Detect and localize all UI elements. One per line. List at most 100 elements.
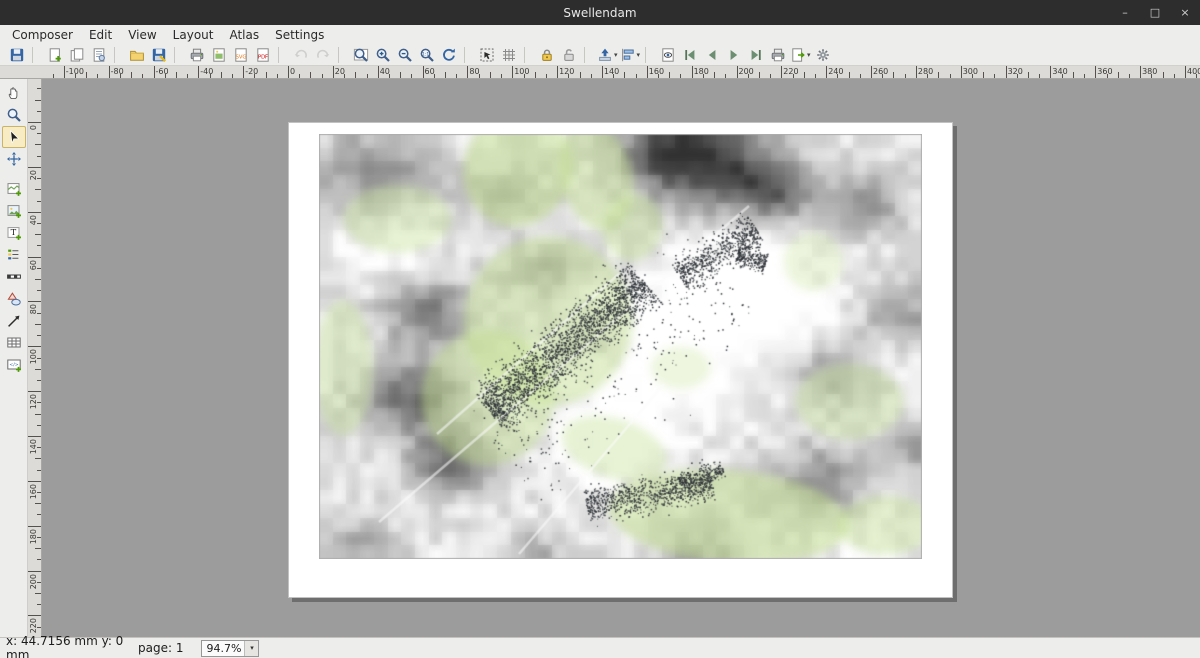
hand-icon (6, 85, 22, 101)
ruler-tick (737, 66, 738, 78)
zoom-layout-tool[interactable] (2, 104, 26, 126)
menu-layout[interactable]: Layout (165, 26, 222, 44)
map-item[interactable] (319, 134, 922, 559)
select-move-item-tool[interactable] (2, 126, 26, 148)
qgis-print-composer-window: Swellendam – □ × ComposerEditViewLayoutA… (0, 0, 1200, 658)
maximize-button[interactable]: □ (1148, 6, 1162, 19)
add-image-tool[interactable] (2, 200, 26, 222)
atlas-first-feature-button[interactable] (679, 45, 701, 65)
zoom-full-button[interactable] (350, 45, 372, 65)
ruler-tick (37, 537, 41, 538)
menu-composer[interactable]: Composer (4, 26, 81, 44)
ruler-tick (1118, 72, 1119, 78)
add-legend-tool[interactable] (2, 244, 26, 266)
zoom-to-selection-button[interactable] (476, 45, 498, 65)
toolbar-separator (32, 47, 40, 63)
ruler-tick (37, 245, 41, 246)
add-attribute-table-tool[interactable] (2, 332, 26, 354)
raise-selected-items-button[interactable]: ▾ (596, 45, 619, 65)
layout-page[interactable] (288, 122, 953, 598)
zoom-level-select[interactable]: 94.7% ▾ (201, 640, 259, 657)
ruler-label: 340 (1052, 67, 1067, 76)
ruler-label: 160 (649, 67, 664, 76)
ruler-label: 0 (29, 125, 38, 130)
unlock-all-items-button[interactable] (558, 45, 580, 65)
nav-next-icon (726, 47, 742, 63)
ruler-tick (37, 223, 41, 224)
menu-atlas[interactable]: Atlas (221, 26, 267, 44)
ruler-tick (1196, 74, 1197, 78)
pan-layout-tool[interactable] (2, 82, 26, 104)
menu-view[interactable]: View (120, 26, 164, 44)
layout-manager-button[interactable] (88, 45, 110, 65)
atlas-next-feature-button[interactable] (723, 45, 745, 65)
add-scalebar-icon (6, 269, 22, 285)
add-label-tool[interactable]: T (2, 222, 26, 244)
save-as-template-button[interactable] (148, 45, 170, 65)
preview-atlas-button[interactable] (657, 45, 679, 65)
ruler-tick (1006, 66, 1007, 78)
ruler-tick (725, 74, 726, 78)
ruler-tick (37, 88, 41, 89)
ruler-tick (266, 72, 267, 78)
zoom-in-button[interactable] (372, 45, 394, 65)
ruler-tick (35, 548, 41, 549)
ruler-tick (546, 74, 547, 78)
minimize-button[interactable]: – (1118, 6, 1132, 19)
refresh-view-button[interactable] (438, 45, 460, 65)
svg-text:1:1: 1:1 (422, 51, 429, 57)
print-atlas-button[interactable] (767, 45, 789, 65)
menu-edit[interactable]: Edit (81, 26, 120, 44)
export-atlas-button[interactable]: ▾ (789, 45, 812, 65)
print-button[interactable] (186, 45, 208, 65)
close-button[interactable]: × (1178, 6, 1192, 19)
ruler-tick (692, 66, 693, 78)
duplicate-layout-button[interactable] (66, 45, 88, 65)
add-shape-tool[interactable] (2, 288, 26, 310)
ruler-tick (37, 335, 41, 336)
ruler-tick (28, 167, 41, 168)
ruler-tick (1185, 66, 1186, 78)
layout-canvas[interactable] (42, 79, 1200, 637)
toolbar-separator (278, 47, 286, 63)
ruler-tick (35, 100, 41, 101)
zoom-out-button[interactable] (394, 45, 416, 65)
ruler-tick (28, 481, 41, 482)
save-project-button[interactable] (6, 45, 28, 65)
add-arrow-tool[interactable] (2, 310, 26, 332)
zoom-actual-icon: 1:1 (419, 47, 435, 63)
align-selected-items-button[interactable]: ▾ (619, 45, 642, 65)
export-as-image-button[interactable] (208, 45, 230, 65)
ruler-tick (28, 526, 41, 527)
add-scalebar-tool[interactable] (2, 266, 26, 288)
ruler-tick (35, 369, 41, 370)
new-layout-button[interactable] (44, 45, 66, 65)
move-item-content-tool[interactable] (2, 148, 26, 170)
load-from-template-button[interactable] (126, 45, 148, 65)
ruler-label: 220 (783, 67, 798, 76)
atlas-settings-button[interactable] (812, 45, 834, 65)
redo-button[interactable] (312, 45, 334, 65)
ruler-label: 100 (514, 67, 529, 76)
export-as-svg-button[interactable]: SVG (230, 45, 252, 65)
zoom-in-icon (375, 47, 391, 63)
add-new-map-tool[interactable] (2, 178, 26, 200)
atlas-last-feature-button[interactable] (745, 45, 767, 65)
export-as-pdf-button[interactable]: PDF (252, 45, 274, 65)
ruler-tick (344, 74, 345, 78)
ruler-tick (983, 72, 984, 78)
ruler-tick (35, 458, 41, 459)
menu-settings[interactable]: Settings (267, 26, 332, 44)
zoom-actual-button[interactable]: 1:1 (416, 45, 438, 65)
add-html-frame-tool[interactable]: </> (2, 354, 26, 376)
atlas-previous-feature-button[interactable] (701, 45, 723, 65)
lock-selected-items-button[interactable] (536, 45, 558, 65)
pages-icon (69, 47, 85, 63)
chevron-down-icon[interactable]: ▾ (244, 641, 258, 656)
folder-icon (129, 47, 145, 63)
ruler-tick (804, 72, 805, 78)
undo-button[interactable] (290, 45, 312, 65)
toggle-grid-button[interactable] (498, 45, 520, 65)
grid-icon (501, 47, 517, 63)
ruler-label: 0 (290, 67, 295, 76)
